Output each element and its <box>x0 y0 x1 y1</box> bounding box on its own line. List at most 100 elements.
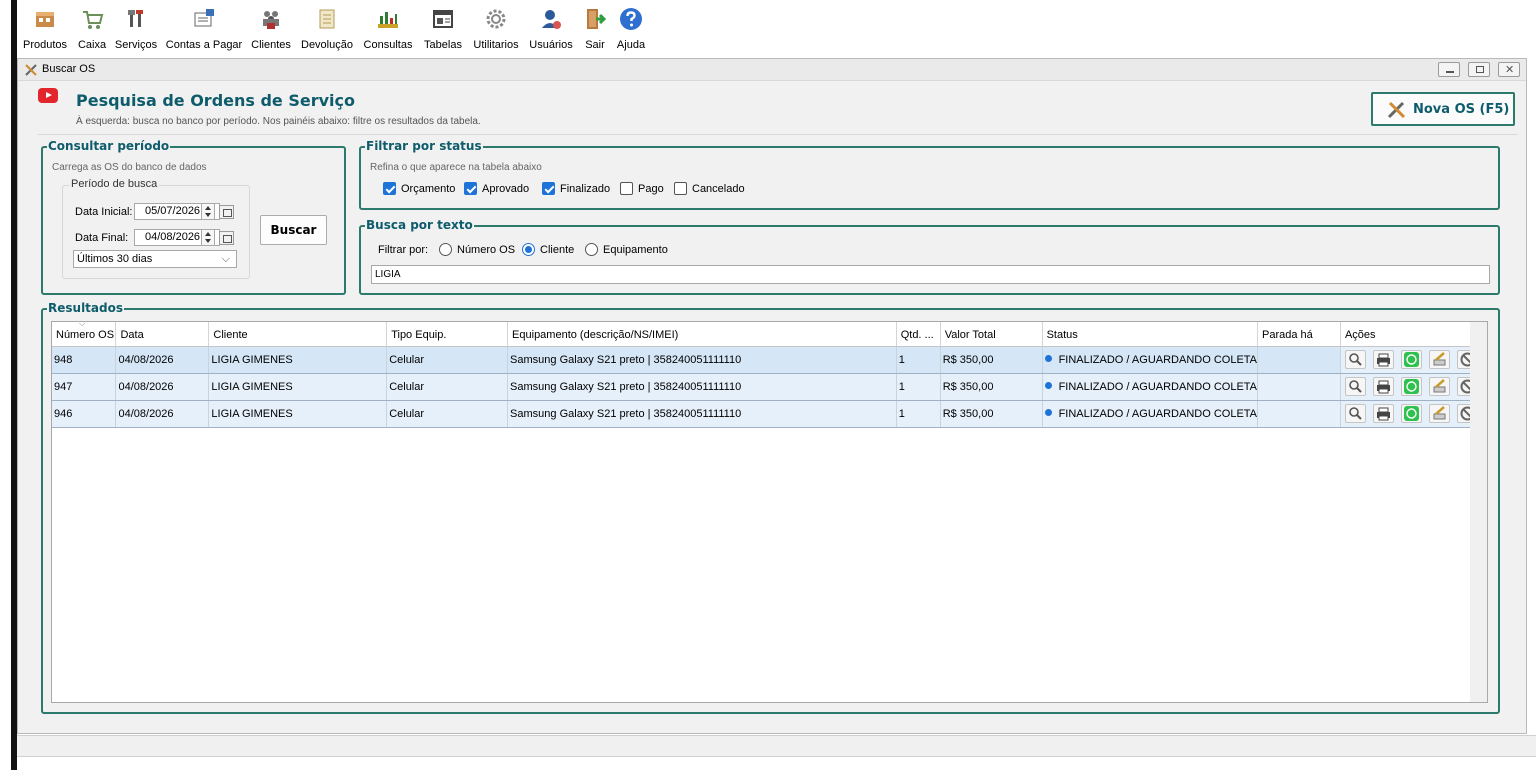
toolbar-produtos[interactable]: Produtos <box>20 6 70 56</box>
table-scrollbar[interactable] <box>1470 322 1487 702</box>
table-row[interactable]: 946 04/08/2026 LIGIA GIMENES Celular Samsung… <box>52 400 1487 428</box>
results-title: Resultados <box>47 301 124 315</box>
cell-numero-os: 946 <box>52 400 117 428</box>
calendar-icon[interactable] <box>219 205 234 219</box>
checkbox-label: Pago <box>638 182 664 195</box>
status-pago-checkbox[interactable]: Pago <box>620 182 664 195</box>
cell-tipo-equip: Celular <box>386 373 509 401</box>
toolbar-ajuda[interactable]: Ajuda <box>614 6 648 56</box>
toolbar-caixa[interactable]: Caixa <box>75 6 109 56</box>
filter-equipamento-radio[interactable]: Equipamento <box>585 243 668 256</box>
row-actions <box>1343 404 1486 423</box>
toolbar-contas-a-pagar[interactable]: Contas a Pagar <box>164 6 244 56</box>
col-valor-total[interactable]: Valor Total <box>940 322 1043 347</box>
print-icon[interactable] <box>1372 404 1394 423</box>
cell-acoes <box>1340 373 1487 401</box>
checkbox-box <box>542 182 555 195</box>
cell-text: R$ 350,00 <box>942 380 994 393</box>
toolbar-consultas[interactable]: Consultas <box>362 6 414 56</box>
period-desc: Carrega as OS do banco de dados <box>52 162 207 173</box>
calendar-icon[interactable] <box>219 231 234 245</box>
row-actions <box>1343 350 1486 369</box>
edit-icon[interactable] <box>1428 377 1450 396</box>
print-icon[interactable] <box>1372 350 1394 369</box>
view-icon[interactable] <box>1344 377 1366 396</box>
toolbar-label: Consultas <box>363 39 413 51</box>
cell-cliente: LIGIA GIMENES <box>208 373 388 401</box>
col-label: Cliente <box>213 329 248 342</box>
cell-status: FINALIZADO / AGUARDANDO COLETA <box>1042 346 1259 374</box>
cell-valor-total: R$ 350,00 <box>940 346 1043 374</box>
period-subgroup-title: Período de busca <box>69 178 160 190</box>
col-label: Qtd. ... <box>900 329 934 342</box>
col-parada-ha[interactable]: Parada há <box>1257 322 1341 347</box>
filter-cliente-radio[interactable]: Cliente <box>522 243 574 256</box>
toolbar-label: Serviços <box>114 39 158 51</box>
checkbox-label: Orçamento <box>401 182 456 195</box>
status-orcamento-checkbox[interactable]: Orçamento <box>383 182 455 195</box>
whatsapp-icon[interactable] <box>1400 377 1422 396</box>
buscar-os-window: Buscar OS ✕ Pesquisa de Ordens de Serviç… <box>17 58 1527 734</box>
status-dot-icon <box>1044 382 1052 390</box>
edit-icon[interactable] <box>1428 404 1450 423</box>
status-dot-icon <box>1044 409 1052 417</box>
cell-text: 04/08/2026 <box>118 380 174 393</box>
cell-equipamento: Samsung Galaxy S21 preto | 3582400511111… <box>507 400 897 428</box>
col-numero-os[interactable]: ⌵ Número OS <box>52 322 117 347</box>
toolbar-clientes[interactable]: Clientes <box>249 6 293 56</box>
cell-acoes <box>1340 346 1487 374</box>
cell-text: 946 <box>54 407 73 420</box>
toolbar-usuarios[interactable]: Usuários <box>528 6 574 56</box>
table-row[interactable]: 947 04/08/2026 LIGIA GIMENES Celular Samsung… <box>52 373 1487 401</box>
col-qtd[interactable]: Qtd. ... <box>896 322 941 347</box>
cell-text: 1 <box>898 407 905 420</box>
status-aprovado-checkbox[interactable]: Aprovado <box>464 182 529 195</box>
toolbar-devolucao[interactable]: Devolução <box>298 6 356 56</box>
period-preset-value: Últimos 30 dias <box>77 253 153 265</box>
radio-circle <box>585 243 598 256</box>
edit-icon[interactable] <box>1428 350 1450 369</box>
restore-button[interactable] <box>1468 62 1490 77</box>
col-tipo-equip[interactable]: Tipo Equip. <box>386 322 509 347</box>
filter-numero-os-radio[interactable]: Número OS <box>439 243 515 256</box>
print-icon[interactable] <box>1372 377 1394 396</box>
whatsapp-icon[interactable] <box>1400 350 1422 369</box>
search-input[interactable]: LIGIA <box>371 265 1490 284</box>
view-icon[interactable] <box>1344 350 1366 369</box>
toolbar-servicos[interactable]: Serviços <box>113 6 159 56</box>
col-data[interactable]: Data <box>115 322 210 347</box>
radio-label: Equipamento <box>603 243 668 256</box>
exit-icon <box>587 9 607 29</box>
col-equipamento[interactable]: Equipamento (descrição/NS/IMEI) <box>507 322 897 347</box>
col-cliente[interactable]: Cliente <box>208 322 388 347</box>
table-row[interactable]: 948 04/08/2026 LIGIA GIMENES Celular Samsung… <box>52 346 1487 374</box>
new-os-button[interactable]: Nova OS (F5) <box>1371 92 1515 126</box>
main-toolbar: Produtos Caixa Serviços Contas a Pagar C… <box>17 0 1536 56</box>
cell-valor-total: R$ 350,00 <box>940 400 1043 428</box>
data-inicial-spinner[interactable] <box>201 203 215 220</box>
data-final-spinner[interactable] <box>201 229 215 246</box>
close-button[interactable]: ✕ <box>1498 62 1520 77</box>
whatsapp-icon[interactable] <box>1400 404 1422 423</box>
toolbar-tabelas[interactable]: Tabelas <box>422 6 464 56</box>
cell-numero-os: 948 <box>52 346 117 374</box>
chevron-down-icon: ⌵ <box>221 253 230 265</box>
period-preset-select[interactable]: Últimos 30 dias ⌵ <box>73 250 237 268</box>
period-subgroup: Período de busca Data Inicial: 05/07/202… <box>62 178 250 279</box>
new-os-label: Nova OS (F5) <box>1413 102 1510 117</box>
cell-equipamento: Samsung Galaxy S21 preto | 3582400511111… <box>507 373 897 401</box>
col-acoes: Ações <box>1340 322 1487 347</box>
minimize-button[interactable] <box>1438 62 1460 77</box>
cell-text: LIGIA GIMENES <box>211 353 293 366</box>
status-finalizado-checkbox[interactable]: Finalizado <box>542 182 610 195</box>
view-icon[interactable] <box>1344 404 1366 423</box>
toolbar-sair[interactable]: Sair <box>581 6 609 56</box>
status-cancelado-checkbox[interactable]: Cancelado <box>674 182 745 195</box>
sort-icon: ⌵ <box>79 322 86 328</box>
period-group: Consultar período Carrega as OS do banco… <box>41 139 346 295</box>
youtube-icon[interactable] <box>38 88 58 103</box>
col-status[interactable]: Status <box>1042 322 1259 347</box>
col-label: Parada há <box>1262 329 1313 342</box>
buscar-button[interactable]: Buscar <box>260 215 327 245</box>
toolbar-utilitarios[interactable]: Utilitarios <box>470 6 522 56</box>
